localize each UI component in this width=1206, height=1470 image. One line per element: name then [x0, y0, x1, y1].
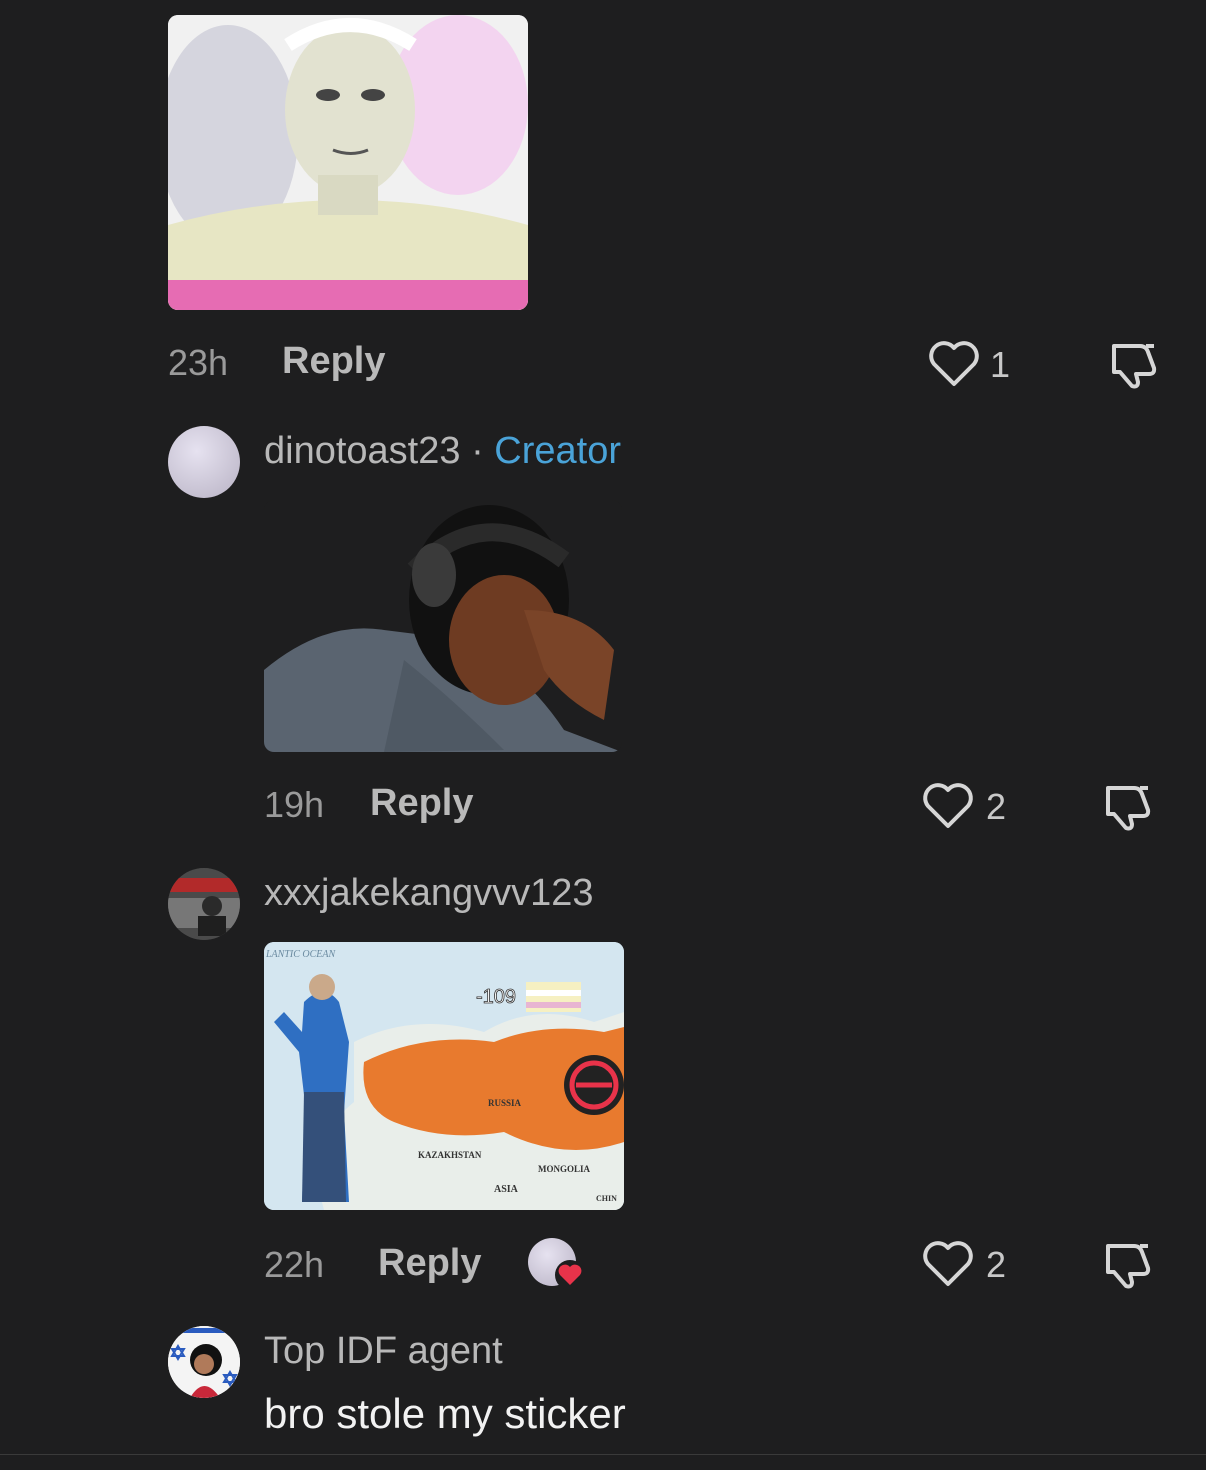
creator-liked-indicator — [528, 1238, 588, 1290]
reply-button[interactable]: Reply — [282, 340, 385, 383]
bottom-divider — [0, 1454, 1206, 1455]
map-label: ASIA — [494, 1184, 519, 1195]
reply-button[interactable]: Reply — [378, 1242, 481, 1285]
like-count: 2 — [986, 1244, 1007, 1285]
heart-icon[interactable] — [922, 782, 974, 830]
comment-time: 19h — [264, 784, 325, 825]
dislike-icon[interactable] — [1100, 780, 1154, 832]
avatar[interactable] — [168, 1326, 240, 1398]
comment-text: bro stole my sticker — [264, 1390, 626, 1437]
map-label: MONGOLIA — [538, 1164, 591, 1174]
comment-sticker-image[interactable] — [264, 500, 622, 752]
separator: · — [471, 430, 484, 472]
heart-icon[interactable] — [928, 340, 980, 388]
reply-button[interactable]: Reply — [370, 782, 473, 825]
map-label: CHIN — [596, 1194, 617, 1203]
liked-heart-icon — [554, 1260, 586, 1295]
comment-time: 22h — [264, 1244, 325, 1285]
map-label: KAZAKHSTAN — [418, 1150, 482, 1160]
map-label: RUSSIA — [488, 1098, 522, 1108]
heart-icon[interactable] — [922, 1240, 974, 1288]
comment-username[interactable]: xxxjakekangvvv123 — [264, 872, 594, 915]
like-count: 1 — [990, 344, 1011, 385]
avatar[interactable] — [168, 868, 240, 940]
comment-username[interactable]: dinotoast23 · Creator — [264, 430, 621, 473]
avatar[interactable] — [168, 426, 240, 498]
dislike-icon[interactable] — [1100, 1238, 1154, 1290]
username-text[interactable]: dinotoast23 — [264, 430, 461, 472]
comment-username[interactable]: Top IDF agent — [264, 1330, 503, 1373]
comment-time: 23h — [168, 342, 229, 383]
like-count: 2 — [986, 786, 1007, 827]
dislike-icon[interactable] — [1106, 338, 1160, 390]
map-label: -109 — [476, 986, 516, 1008]
creator-badge: Creator — [494, 430, 621, 472]
map-label: LANTIC OCEAN — [265, 949, 337, 960]
comment-sticker-image[interactable] — [168, 15, 528, 310]
comment-sticker-map[interactable]: LANTIC OCEAN -109 RUSSIA KAZAKHSTAN MONG… — [264, 942, 624, 1210]
